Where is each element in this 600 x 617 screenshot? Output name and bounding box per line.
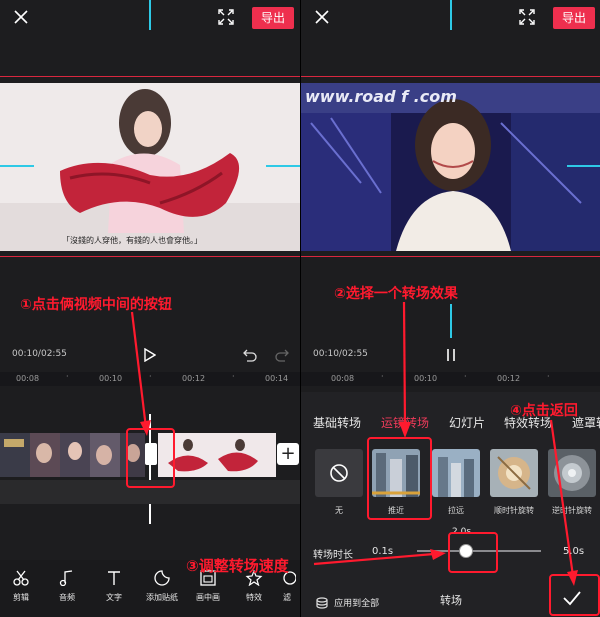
right-panel: 导出 www.road f .com ②选择一个转场效果 00:10/02:55… (300, 0, 600, 617)
music-note-icon (59, 570, 73, 586)
apply-all-button[interactable]: 应用到全部 (315, 592, 379, 611)
text-icon (108, 571, 120, 585)
layers-icon (316, 596, 328, 609)
fullscreen-icon[interactable] (519, 9, 535, 25)
transition-label: 拉远 (448, 506, 464, 515)
guide-line (450, 0, 452, 30)
ruler-tick: 00:08 (331, 374, 355, 383)
annotation-arrow (130, 311, 151, 436)
sheet-title: 转场 (440, 594, 462, 607)
transition-label: 无 (335, 506, 343, 515)
transition-pull-out[interactable] (432, 449, 480, 497)
highlight-box (448, 532, 498, 573)
ruler-tick: 00:10 (99, 374, 123, 383)
undo-icon[interactable] (243, 347, 257, 366)
tool-label: 剪辑 (13, 593, 29, 602)
tab-slideshow[interactable]: 幻灯片 (449, 414, 485, 431)
left-panel: 导出 「沒錢的人穿他，有錢的人也會穿他。」 ①点击俩视频中间的按钮 00:10/… (0, 0, 300, 617)
fullscreen-icon[interactable] (218, 9, 234, 25)
video-clip-2[interactable] (158, 433, 276, 477)
tool-edit[interactable]: 剪辑 (0, 570, 43, 603)
tool-label: 滤 (283, 593, 291, 602)
guide-line (0, 165, 34, 167)
video-subtitle: 「沒錢的人穿他，有錢的人也會穿他。」 (62, 236, 202, 245)
annotation-step3: ③调整转场速度 (186, 557, 289, 575)
video-watermark: www.road f .com (305, 87, 457, 106)
tool-sticker[interactable]: 添加贴纸 (140, 570, 184, 603)
tool-label: 音频 (59, 593, 75, 602)
duration-max: 5.0s (563, 546, 585, 557)
time-ruler: 00:08 00:10 00:12 · · · (301, 372, 600, 386)
highlight-box (367, 437, 432, 520)
canvas-top-border (301, 76, 600, 77)
guide-line (567, 165, 600, 167)
apply-all-label: 应用到全部 (334, 599, 380, 609)
tool-audio[interactable]: 音频 (45, 570, 89, 603)
time-display: 00:10/02:55 (313, 349, 368, 359)
highlight-box (549, 574, 600, 616)
export-button[interactable]: 导出 (252, 7, 294, 29)
annotation-step4: ④点击返回 (510, 403, 578, 419)
redo-icon[interactable] (275, 347, 289, 366)
add-clip-button[interactable]: + (277, 443, 299, 465)
ruler-tick: 00:10 (414, 374, 438, 383)
guide-line (450, 304, 452, 338)
annotation-arrow (549, 419, 578, 586)
video-preview: 「沒錢的人穿他，有錢的人也會穿他。」 (0, 83, 300, 251)
canvas-top-border (0, 76, 300, 77)
export-button[interactable]: 导出 (553, 7, 595, 29)
tool-label: 文字 (106, 593, 122, 602)
none-icon (330, 464, 348, 482)
tool-label: 画中画 (196, 593, 220, 602)
tab-basic[interactable]: 基础转场 (313, 414, 361, 431)
time-display: 00:10/02:55 (12, 349, 67, 359)
annotation-arrow (313, 549, 446, 566)
ruler-tick: 00:08 (16, 374, 40, 383)
scissors-icon (13, 570, 29, 586)
tool-text[interactable]: 文字 (92, 570, 136, 603)
guide-line (266, 165, 300, 167)
sticker-icon (154, 570, 170, 586)
transition-clockwise[interactable] (490, 449, 538, 497)
tool-label: 添加贴纸 (146, 593, 178, 602)
canvas-bottom-border (301, 256, 600, 257)
ruler-tick: 00:12 (182, 374, 206, 383)
transition-label: 顺时针旋转 (494, 506, 534, 515)
transition-none[interactable] (315, 449, 363, 497)
video-preview: www.road f .com (301, 83, 600, 251)
canvas-bottom-border (0, 256, 300, 257)
close-icon[interactable] (313, 8, 333, 28)
tool-label: 特效 (246, 593, 262, 602)
close-icon[interactable] (12, 8, 32, 28)
guide-line (149, 0, 151, 30)
ruler-tick: 00:14 (265, 374, 289, 383)
ruler-tick: 00:12 (497, 374, 521, 383)
pause-button[interactable] (445, 347, 457, 366)
annotation-arrow (399, 301, 411, 438)
